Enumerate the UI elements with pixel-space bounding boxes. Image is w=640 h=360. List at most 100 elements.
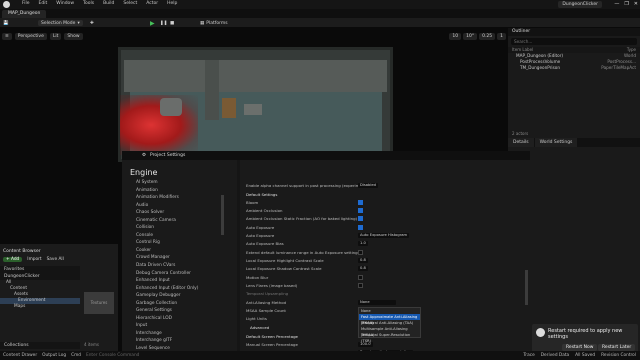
menu-edit[interactable]: Edit: [39, 1, 48, 6]
play-icon[interactable]: ▶: [150, 20, 155, 27]
barrel-prop[interactable]: [222, 98, 236, 118]
project-settings-titlebar: ⚙ Project Settings: [122, 151, 530, 160]
nav-item[interactable]: General Settings: [136, 307, 198, 315]
chest-prop[interactable]: [244, 104, 262, 115]
nav-item[interactable]: Audio: [136, 202, 198, 210]
nav-item[interactable]: Enhanced Input: [136, 277, 198, 285]
minimize-button[interactable]: —: [614, 1, 619, 7]
nav-item[interactable]: Debug Camera Controller: [136, 270, 198, 278]
setting-default-screen-percentage[interactable]: Default Screen Percentage: [246, 333, 298, 340]
ao-static-checkbox[interactable]: [358, 216, 363, 221]
auto-exposure-bias-input[interactable]: 1.0: [358, 241, 368, 246]
project-settings-title: Project Settings: [150, 153, 186, 158]
advanced-category[interactable]: Advanced: [250, 324, 269, 331]
favorites-section[interactable]: Favorites: [0, 266, 80, 273]
save-icon[interactable]: 💾: [3, 20, 9, 26]
nav-item[interactable]: Garbage Collection: [136, 300, 198, 308]
menu-file[interactable]: File: [22, 1, 30, 6]
scale-snap-value[interactable]: 0.25: [479, 33, 496, 40]
maximize-button[interactable]: ❐: [624, 1, 628, 7]
show-button[interactable]: Show: [64, 33, 83, 40]
restart-later-button[interactable]: Restart Later: [598, 344, 636, 351]
nav-item[interactable]: Cooker: [136, 247, 198, 255]
bloom-checkbox[interactable]: [358, 200, 363, 205]
extend-luminance-checkbox[interactable]: [358, 250, 363, 255]
nav-item[interactable]: Chaos Solver: [136, 209, 198, 217]
content-drawer-button[interactable]: Content Drawer: [3, 353, 37, 358]
add-button[interactable]: + Add: [3, 257, 23, 262]
nav-item[interactable]: Interchange glTF: [136, 337, 198, 345]
nav-item[interactable]: Control Rig: [136, 239, 198, 247]
menu-select[interactable]: Select: [123, 1, 137, 6]
shadow-contrast-input[interactable]: 0.8: [358, 266, 368, 271]
highlight-contrast-input[interactable]: 0.8: [358, 258, 368, 263]
menu-actor[interactable]: Actor: [146, 1, 158, 6]
menu-window[interactable]: Window: [56, 1, 74, 6]
unreal-logo-icon[interactable]: [3, 1, 10, 8]
default-settings-category[interactable]: Default Settings: [246, 191, 277, 198]
revision-control-button[interactable]: Revision Control: [601, 353, 636, 358]
ambient-occlusion-checkbox[interactable]: [358, 208, 363, 213]
lens-flares-checkbox[interactable]: [358, 283, 363, 288]
restart-now-button[interactable]: Restart Now: [562, 344, 598, 351]
menu-tools[interactable]: Tools: [83, 1, 94, 6]
aa-option[interactable]: Temporal Super-Resolution (TSR): [359, 332, 420, 343]
nav-item[interactable]: Gameplay Debugger: [136, 292, 198, 300]
save-all-button[interactable]: Save All: [47, 257, 64, 262]
collections-section[interactable]: Collections: [0, 342, 80, 349]
settings-scrollbar[interactable]: [525, 270, 528, 305]
cmd-button[interactable]: Cmd: [71, 353, 81, 358]
nav-item[interactable]: Enhanced Input (Editor Only): [136, 285, 198, 293]
project-section[interactable]: DungeonClicker: [0, 273, 80, 280]
auto-exposure-checkbox[interactable]: [358, 225, 363, 230]
tab-world-settings[interactable]: World Settings: [534, 138, 578, 147]
nav-item[interactable]: Interchange: [136, 330, 198, 338]
perspective-label: Perspective: [17, 34, 44, 39]
selection-mode-dropdown[interactable]: Selection Mode ▾: [38, 20, 83, 26]
nav-item[interactable]: Hierarchical LOD: [136, 315, 198, 323]
nav-item[interactable]: Console: [136, 232, 198, 240]
rotation-snap-value[interactable]: 10°: [463, 33, 478, 40]
close-button[interactable]: ✕: [634, 1, 638, 7]
asset-thumbnail[interactable]: Textures: [84, 292, 114, 314]
perspective-button[interactable]: Perspective: [14, 33, 47, 40]
nav-item[interactable]: Animation Modifiers: [136, 194, 198, 202]
menu-build[interactable]: Build: [103, 1, 114, 6]
alpha-channel-dropdown[interactable]: Disabled: [358, 183, 379, 188]
pause-icon[interactable]: ❚❚: [160, 20, 168, 26]
setting-auto-exposure-bias: Auto Exposure Bias: [246, 241, 284, 246]
nav-item[interactable]: Cinematic Camera: [136, 217, 198, 225]
nav-item[interactable]: Input: [136, 322, 198, 330]
outliner-row[interactable]: TM_DungeonPrison PaperTileMapAct: [508, 65, 640, 71]
nav-scrollbar[interactable]: [221, 195, 224, 235]
nav-item[interactable]: Animation: [136, 187, 198, 195]
nav-item[interactable]: AI System: [136, 179, 198, 187]
motion-blur-checkbox[interactable]: [358, 275, 363, 280]
output-log-button[interactable]: Output Log: [42, 353, 66, 358]
level-tab[interactable]: MAP_Dungeon: [2, 10, 47, 18]
setting-manual-screen-percentage: Manual Screen Percentage: [246, 342, 298, 347]
nav-item[interactable]: Collision: [136, 224, 198, 232]
derived-data-button[interactable]: Derived Data: [541, 353, 569, 358]
console-input[interactable]: Enter Console Command: [86, 353, 139, 358]
anti-aliasing-dropdown[interactable]: None: [358, 300, 396, 305]
viewport-menu-icon[interactable]: ≡: [2, 33, 12, 40]
platforms-button[interactable]: ▦ Platforms: [200, 20, 228, 26]
nav-item[interactable]: Data Driven CVars: [136, 262, 198, 270]
camera-speed-value[interactable]: 1: [497, 33, 506, 40]
outliner-search-input[interactable]: Search...: [511, 38, 637, 45]
folder-maps[interactable]: Maps: [0, 304, 80, 310]
grid-snap-value[interactable]: 10: [449, 33, 462, 40]
all-saved-status[interactable]: All Saved: [575, 353, 595, 358]
add-actor-icon[interactable]: ✚: [90, 20, 94, 26]
stop-icon[interactable]: ■: [170, 20, 174, 26]
content-browser-title[interactable]: Content Browser: [3, 249, 41, 254]
lit-button[interactable]: Lit: [49, 33, 62, 40]
cage-prop[interactable]: [160, 98, 182, 116]
nav-item[interactable]: Crowd Manager: [136, 254, 198, 262]
auto-exposure-dropdown[interactable]: Auto Exposure Histogram: [358, 233, 410, 238]
tab-details[interactable]: Details: [508, 138, 534, 147]
import-button[interactable]: Import: [27, 257, 41, 262]
trace-button[interactable]: Trace: [523, 353, 534, 358]
menu-help[interactable]: Help: [167, 1, 177, 6]
